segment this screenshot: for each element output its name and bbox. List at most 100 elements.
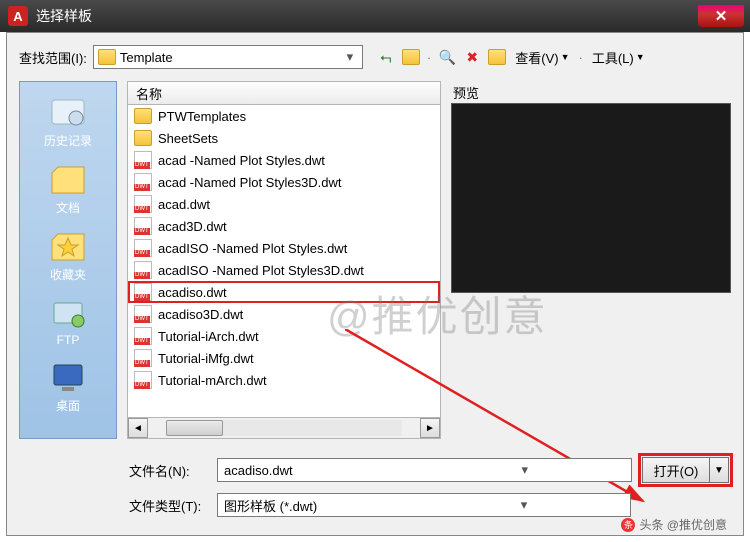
file-row[interactable]: acad.dwt [128,193,440,215]
file-name: acadISO -Named Plot Styles.dwt [158,241,347,256]
window-title: 选择样板 [36,6,698,26]
view-menu[interactable]: 查看(V)▼ [513,48,571,67]
toolbar: ⮢ · 🔍 ✖ 查看(V)▼ · 工具(L)▼ [377,48,647,67]
filetype-value: 图形样板 (*.dwt) [224,496,424,515]
file-row[interactable]: acad -Named Plot Styles3D.dwt [128,171,440,193]
sidebar-item-label: FTP [57,333,80,347]
ftp-icon [48,295,88,331]
file-row[interactable]: acadiso.dwt [128,281,440,303]
file-name: acadISO -Named Plot Styles3D.dwt [158,263,364,278]
dwt-file-icon [134,151,152,169]
preview-label: 预览 [451,81,731,103]
dwt-file-icon [134,305,152,323]
open-button[interactable]: 打开(O) [642,457,710,483]
file-name: acad.dwt [158,197,210,212]
look-in-value: Template [120,50,338,65]
horizontal-scrollbar[interactable]: ◄ ► [127,418,441,439]
search-web-icon[interactable]: 🔍 [438,48,456,66]
file-row[interactable]: PTWTemplates [128,105,440,127]
open-dropdown-button[interactable]: ▼ [710,457,729,483]
look-in-row: 查找范围(I): Template ▾ ⮢ · 🔍 ✖ 查看(V)▼ · 工具(… [19,43,731,71]
dwt-file-icon [134,239,152,257]
sidebar-item-documents[interactable]: 文档 [48,157,88,220]
file-row[interactable]: Tutorial-iArch.dwt [128,325,440,347]
close-button[interactable]: ✕ [698,5,744,27]
filename-input[interactable]: acadiso.dwt ▾ [217,458,632,482]
file-pane: 名称 PTWTemplates SheetSets acad -Named Plot… [127,81,441,439]
file-row[interactable]: acadISO -Named Plot Styles3D.dwt [128,259,440,281]
file-name: acadiso3D.dwt [158,307,243,322]
new-folder-icon[interactable] [488,48,506,66]
file-row[interactable]: acad3D.dwt [128,215,440,237]
column-header-name[interactable]: 名称 [127,81,441,105]
folder-icon [134,130,152,146]
chevron-down-icon: ▾ [425,462,626,478]
middle-row: 历史记录 文档 收藏夹 FTP 桌面 [19,81,731,439]
tools-menu[interactable]: 工具(L)▼ [590,48,647,67]
preview-pane: 预览 [451,81,731,439]
file-list[interactable]: PTWTemplates SheetSets acad -Named Plot St… [127,105,441,418]
dwt-file-icon [134,283,152,301]
file-name: acad -Named Plot Styles3D.dwt [158,175,342,190]
dwt-file-icon [134,371,152,389]
scroll-right-icon[interactable]: ► [420,418,440,438]
delete-icon[interactable]: ✖ [463,48,481,66]
sidebar-item-favorites[interactable]: 收藏夹 [48,224,88,287]
file-name: SheetSets [158,131,218,146]
file-row[interactable]: acadISO -Named Plot Styles.dwt [128,237,440,259]
bottom-row: 文件名(N): acadiso.dwt ▾ 打开(O) ▼ 文件类型(T): 图… [129,457,729,517]
chevron-down-icon: ▾ [424,497,624,513]
dwt-file-icon [134,195,152,213]
filename-label: 文件名(N): [129,461,207,480]
file-row[interactable]: Tutorial-mArch.dwt [128,369,440,391]
sidebar-item-label: 历史记录 [44,132,92,149]
file-row[interactable]: SheetSets [128,127,440,149]
dwt-file-icon [134,261,152,279]
filetype-combo[interactable]: 图形样板 (*.dwt) ▾ [217,493,631,517]
filetype-label: 文件类型(T): [129,496,207,515]
chevron-down-icon: ▾ [342,49,358,65]
app-icon: A [8,6,28,26]
separator: · [427,50,431,65]
dwt-file-icon [134,349,152,367]
file-name: acad -Named Plot Styles.dwt [158,153,325,168]
dialog-body: 查找范围(I): Template ▾ ⮢ · 🔍 ✖ 查看(V)▼ · 工具(… [6,32,744,536]
sidebar-item-history[interactable]: 历史记录 [44,90,92,153]
back-icon[interactable]: ⮢ [377,48,395,66]
scroll-thumb[interactable] [166,420,223,436]
sidebar-item-label: 文档 [56,199,80,216]
history-icon [48,94,88,130]
favorites-icon [48,228,88,264]
dialog-window: A 选择样板 ✕ 查找范围(I): Template ▾ ⮢ · 🔍 ✖ 查看(… [0,0,750,542]
preview-box [451,103,731,293]
scroll-left-icon[interactable]: ◄ [128,418,148,438]
file-name: Tutorial-iArch.dwt [158,329,259,344]
folder-icon [98,49,116,65]
file-row[interactable]: Tutorial-iMfg.dwt [128,347,440,369]
file-name: PTWTemplates [158,109,246,124]
sidebar-item-label: 收藏夹 [50,266,86,283]
folder-icon [134,108,152,124]
dwt-file-icon [134,327,152,345]
scroll-track[interactable] [166,420,402,436]
credit: 条头条 @推优创意 [621,516,727,533]
file-name: acadiso.dwt [158,285,227,300]
filename-value: acadiso.dwt [224,463,425,478]
look-in-label: 查找范围(I): [19,48,87,67]
desktop-icon [48,359,88,395]
sidebar-item-desktop[interactable]: 桌面 [48,355,88,418]
file-name: Tutorial-mArch.dwt [158,373,267,388]
sidebar-item-ftp[interactable]: FTP [48,291,88,351]
titlebar: A 选择样板 ✕ [0,0,750,32]
look-in-combo[interactable]: Template ▾ [93,45,363,69]
places-sidebar: 历史记录 文档 收藏夹 FTP 桌面 [19,81,117,439]
dwt-file-icon [134,217,152,235]
file-name: Tutorial-iMfg.dwt [158,351,254,366]
file-row[interactable]: acadiso3D.dwt [128,303,440,325]
file-name: acad3D.dwt [158,219,227,234]
file-row[interactable]: acad -Named Plot Styles.dwt [128,149,440,171]
sidebar-item-label: 桌面 [56,397,80,414]
up-folder-icon[interactable] [402,48,420,66]
dwt-file-icon [134,173,152,191]
separator: · [579,50,583,65]
